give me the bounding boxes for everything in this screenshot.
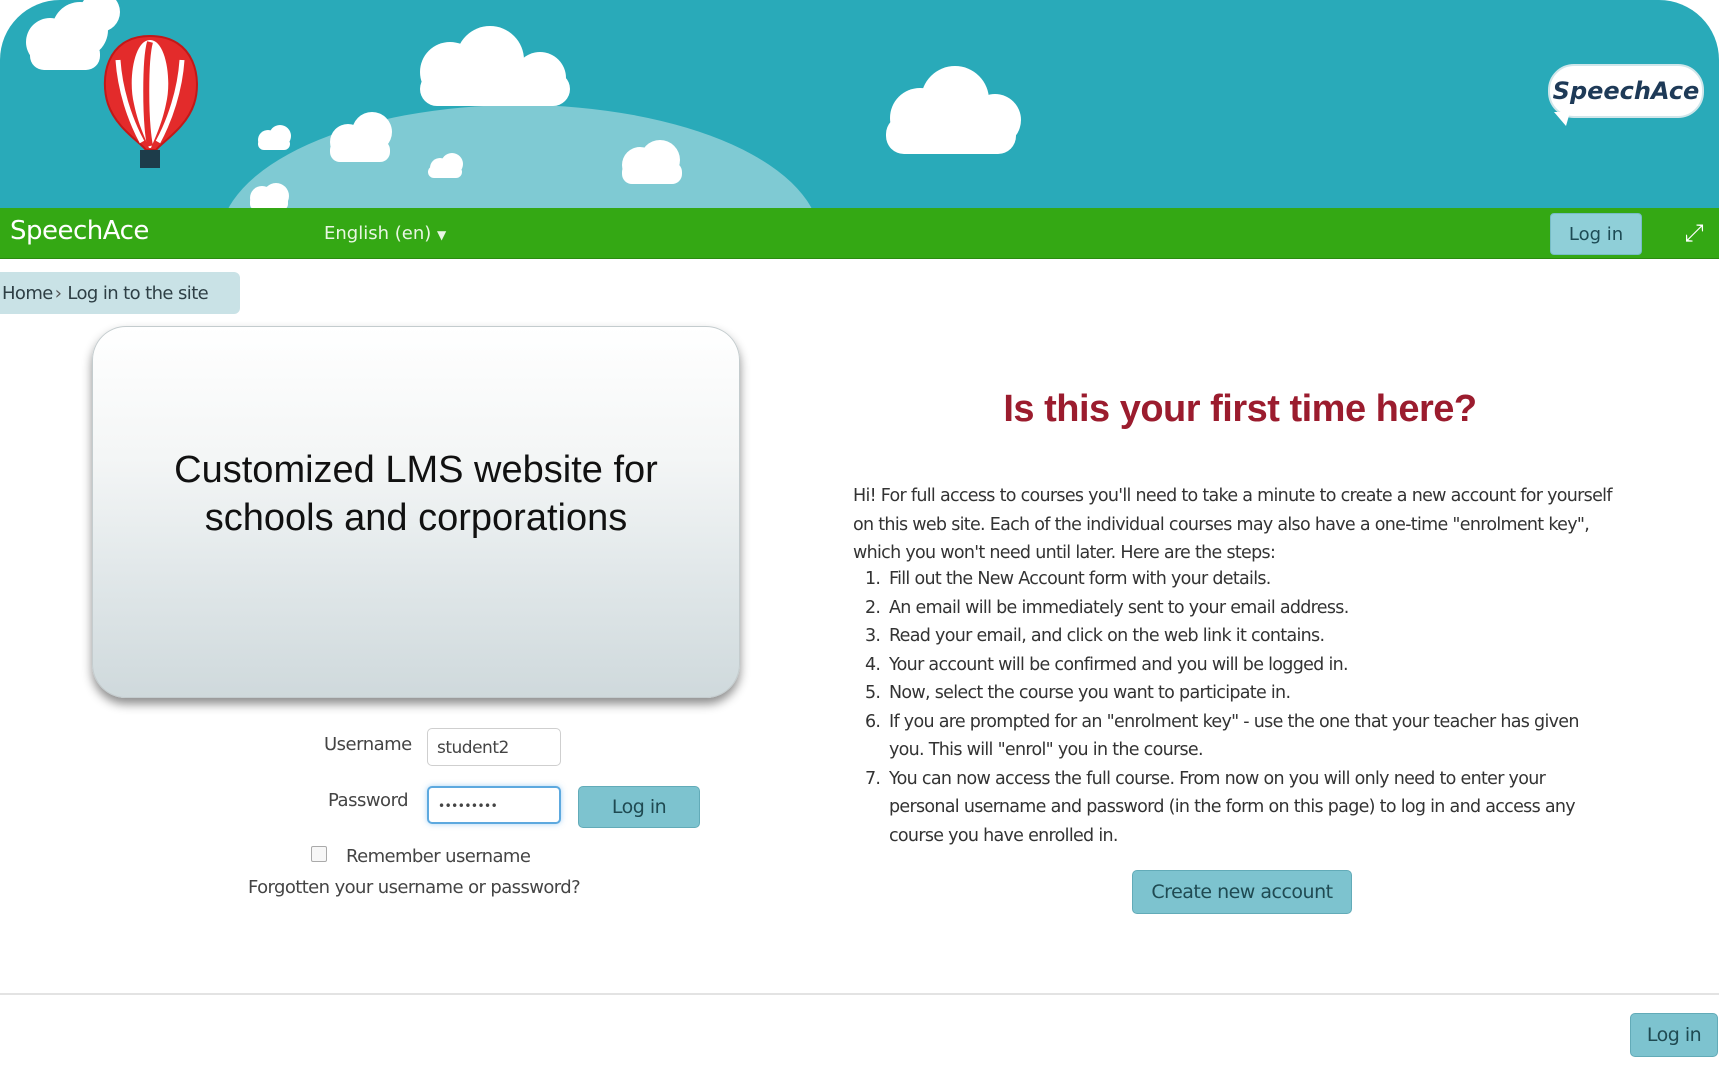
step-number: 3.	[865, 626, 881, 646]
step-text: Your account will be confirmed and you w…	[889, 654, 1349, 675]
login-button[interactable]: Log in	[578, 786, 700, 828]
signup-intro-text: Hi! For full access to courses you'll ne…	[853, 486, 1612, 563]
list-item: 7. You can now access the full course. Fr…	[853, 765, 1613, 851]
step-number: 6.	[865, 711, 881, 732]
signup-steps-list: 1. Fill out the New Account form with you…	[853, 565, 1613, 850]
remember-username-label: Remember username	[346, 846, 531, 867]
list-item: 1. Fill out the New Account form with you…	[853, 565, 1613, 594]
step-number: 4.	[865, 654, 881, 675]
list-item: 4. Your account will be confirmed and you…	[853, 651, 1613, 680]
remember-username-checkbox[interactable]	[311, 846, 327, 862]
password-label: Password	[328, 790, 409, 811]
list-item: 2. An email will be immediately sent to y…	[853, 594, 1613, 623]
list-item: 3. Read your email, and click on the web …	[853, 622, 1613, 651]
breadcrumb: Home › Log in to the site	[0, 272, 240, 314]
banner-illustration	[26, 0, 1021, 210]
breadcrumb-current: Log in to the site	[67, 282, 209, 304]
overlay-caption-line1: Customized LMS website for	[174, 449, 658, 491]
language-menu[interactable]: English (en) ▼	[324, 223, 446, 244]
step-text: An email will be immediately sent to you…	[889, 597, 1349, 618]
breadcrumb-separator: ›	[54, 282, 62, 304]
step-text: Read your email, and click on the web li…	[889, 626, 1325, 646]
list-item: 6. If you are prompted for an "enrolment …	[853, 708, 1613, 765]
forgot-password-link[interactable]: Forgotten your username or password?	[248, 877, 581, 898]
footer-login-button[interactable]: Log in	[1630, 1013, 1718, 1057]
step-number: 1.	[865, 569, 881, 589]
breadcrumb-home-link[interactable]: Home	[2, 283, 53, 304]
password-input[interactable]: •••••••••	[427, 786, 561, 824]
expand-icon[interactable]: ⤢	[1680, 219, 1708, 247]
step-text: Fill out the New Account form with your …	[889, 569, 1271, 589]
step-number: 2.	[865, 597, 881, 618]
step-text: You can now access the full course. From…	[889, 768, 1576, 846]
caret-down-icon: ▼	[436, 228, 447, 242]
step-text: Now, select the course you want to parti…	[889, 683, 1291, 703]
navbar-login-button[interactable]: Log in	[1550, 213, 1642, 255]
header-banner: SpeechAce	[0, 0, 1719, 210]
brand-link[interactable]: SpeechAce	[10, 216, 149, 246]
overlay-caption: Customized LMS website for schools and c…	[116, 446, 716, 542]
list-item: 5. Now, select the course you want to par…	[853, 679, 1613, 708]
language-label: English (en)	[324, 223, 432, 244]
step-number: 5.	[865, 683, 881, 703]
create-account-button[interactable]: Create new account	[1132, 870, 1352, 914]
first-time-heading: Is this your first time here?	[1003, 388, 1477, 430]
step-number: 7.	[865, 768, 881, 789]
hot-air-balloon-icon	[103, 34, 198, 168]
speechace-logo[interactable]: SpeechAce	[1548, 64, 1704, 126]
overlay-caption-card: Customized LMS website for schools and c…	[92, 326, 740, 698]
top-navbar: SpeechAce English (en) ▼ Log in ⤢	[0, 208, 1719, 259]
username-label: Username	[324, 734, 412, 755]
step-text: If you are prompted for an "enrolment ke…	[889, 711, 1579, 761]
footer-divider	[0, 993, 1719, 995]
username-input[interactable]: student2	[427, 728, 561, 766]
overlay-caption-line2: schools and corporations	[204, 497, 628, 539]
